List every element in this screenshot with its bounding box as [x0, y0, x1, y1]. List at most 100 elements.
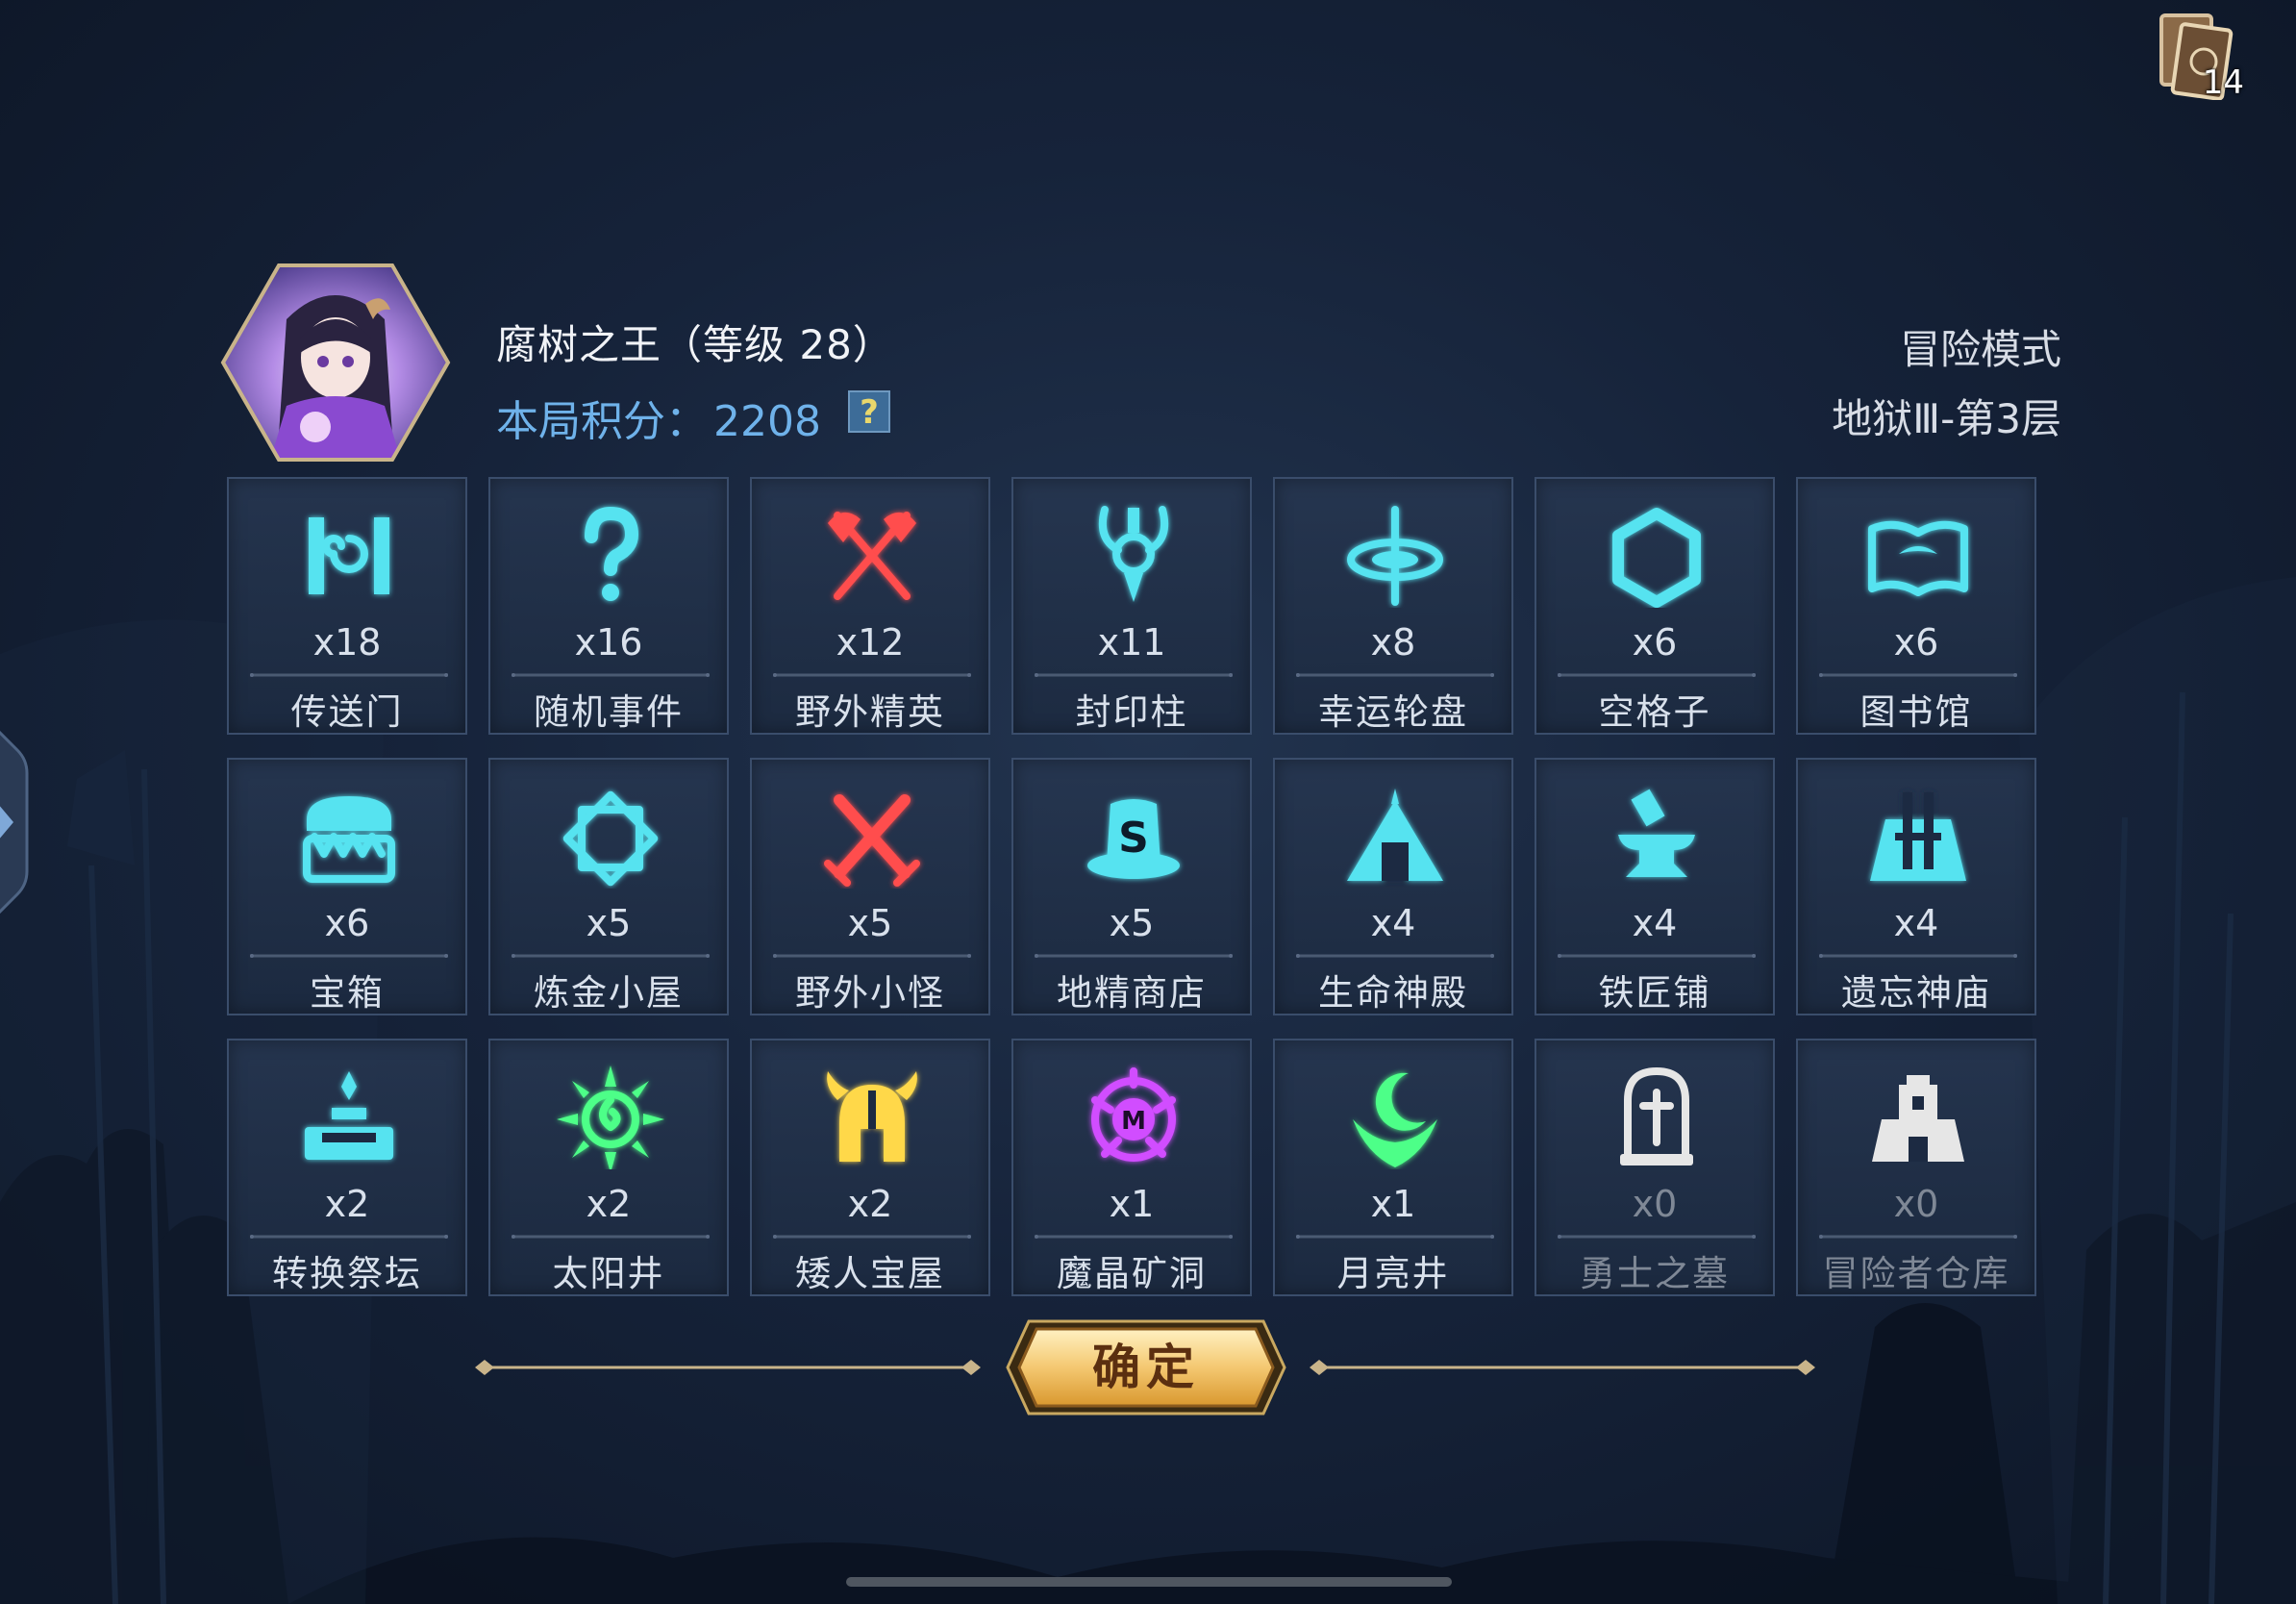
tile-label: 空格子 [1598, 691, 1711, 733]
tile-crossed-swords[interactable]: x5 野外小怪 [750, 758, 990, 1015]
tile-fortune-wheel[interactable]: x8 幸运轮盘 [1273, 477, 1513, 735]
tile-divider [773, 954, 971, 958]
tile-divider [512, 673, 710, 677]
tile-tombstone[interactable]: x0 勇士之墓 [1535, 1039, 1775, 1296]
tile-divider [1296, 954, 1494, 958]
home-indicator [846, 1577, 1452, 1587]
confirm-button[interactable]: 确定 [1006, 1317, 1286, 1417]
tile-label: 野外精英 [795, 691, 945, 733]
tile-anvil[interactable]: x4 铁匠铺 [1535, 758, 1775, 1015]
tile-label: 遗忘神庙 [1841, 972, 1991, 1014]
tile-label: 野外小怪 [795, 972, 945, 1014]
score-row: 本局积分： 2208 [496, 387, 821, 448]
tile-question-mark[interactable]: x16 随机事件 [488, 477, 729, 735]
tile-count: x4 [1370, 902, 1416, 944]
tile-count: x6 [1632, 621, 1678, 664]
tile-magic-crystal[interactable]: M x1 魔晶矿洞 [1011, 1039, 1252, 1296]
tile-divider [1035, 673, 1233, 677]
tile-count: x8 [1370, 621, 1416, 664]
svg-text:S: S [1118, 814, 1149, 863]
tile-count: x6 [1893, 621, 1939, 664]
tile-forgotten-temple[interactable]: x4 遗忘神庙 [1796, 758, 2036, 1015]
altar-icon [305, 1071, 393, 1160]
magic-crystal-icon: M [1091, 1067, 1176, 1162]
tile-divider [512, 1235, 710, 1239]
tile-count: x0 [1893, 1183, 1939, 1225]
tile-divider [773, 1235, 971, 1239]
forgotten-temple-icon [1870, 792, 1966, 881]
tile-label: 勇士之墓 [1580, 1253, 1730, 1294]
tile-altar[interactable]: x2 转换祭坛 [227, 1039, 467, 1296]
tile-divider [1296, 673, 1494, 677]
card-deck-button[interactable]: 14 [2158, 10, 2244, 102]
fortune-wheel-icon [1347, 506, 1443, 606]
hexagon-icon [1612, 508, 1701, 608]
tile-count: x11 [1097, 621, 1166, 664]
tile-divider [1819, 1235, 2017, 1239]
tile-sun-well[interactable]: x2 太阳井 [488, 1039, 729, 1296]
tile-seal-pillar[interactable]: x11 封印柱 [1011, 477, 1252, 735]
player-name: 腐树之王（等级 28） [496, 321, 894, 368]
tile-count: x2 [324, 1183, 370, 1225]
tile-divider [1296, 1235, 1494, 1239]
tile-divider [1819, 673, 2017, 677]
open-book-icon [1868, 520, 1968, 596]
deck-count: 14 [2202, 63, 2244, 102]
tile-open-book[interactable]: x6 图书馆 [1796, 477, 2036, 735]
tile-alchemy-diamond[interactable]: x5 炼金小屋 [488, 758, 729, 1015]
tile-hexagon[interactable]: x6 空格子 [1535, 477, 1775, 735]
tile-count: x2 [586, 1183, 632, 1225]
tile-count: x1 [1370, 1183, 1416, 1225]
side-panel-expand-tab[interactable] [0, 723, 31, 921]
tile-label: 魔晶矿洞 [1057, 1253, 1207, 1294]
tile-count: x5 [586, 902, 632, 944]
tile-count: x1 [1109, 1183, 1155, 1225]
confirm-button-label: 确定 [1092, 1340, 1200, 1395]
tile-label: 宝箱 [310, 972, 385, 1014]
tile-divider [1035, 954, 1233, 958]
tile-label: 地精商店 [1057, 972, 1207, 1014]
tile-divider [1558, 673, 1756, 677]
tile-label: 封印柱 [1075, 691, 1188, 733]
question-mark-icon [585, 506, 639, 601]
tile-divider [250, 954, 448, 958]
portal-icon [309, 517, 389, 594]
tile-label: 铁匠铺 [1598, 972, 1711, 1014]
tile-count: x2 [847, 1183, 893, 1225]
tile-crossed-axes[interactable]: x12 野外精英 [750, 477, 990, 735]
tile-label: 生命神殿 [1318, 972, 1468, 1014]
tile-label: 矮人宝屋 [795, 1253, 945, 1294]
tile-label: 图书馆 [1859, 691, 1973, 733]
sun-well-icon [557, 1065, 664, 1169]
tile-label: 冒险者仓库 [1822, 1253, 2010, 1294]
tile-castle[interactable]: x0 冒险者仓库 [1796, 1039, 2036, 1296]
tile-dwarf-helmet[interactable]: x2 矮人宝屋 [750, 1039, 990, 1296]
moon-well-icon [1353, 1072, 1437, 1167]
game-mode-label: 冒险模式 [1899, 326, 2061, 373]
crossed-swords-icon [824, 794, 920, 887]
tile-life-temple[interactable]: x4 生命神殿 [1273, 758, 1513, 1015]
tile-divider [250, 1235, 448, 1239]
player-avatar [220, 263, 451, 462]
castle-icon [1872, 1075, 1964, 1162]
tile-portal[interactable]: x18 传送门 [227, 477, 467, 735]
tile-label: 太阳井 [552, 1253, 665, 1294]
tile-mimic-chest[interactable]: x6 宝箱 [227, 758, 467, 1015]
dwarf-helmet-icon [827, 1071, 917, 1162]
tile-moon-well[interactable]: x1 月亮井 [1273, 1039, 1513, 1296]
tile-divider [1035, 1235, 1233, 1239]
map-tile-stats-grid: x18 传送门 x16 随机事件 x12 野外精英 x11 封印柱 x8 幸运轮… [227, 477, 2061, 1296]
tile-label: 月亮井 [1336, 1253, 1450, 1294]
mimic-chest-icon [303, 796, 395, 883]
tile-label: 传送门 [290, 691, 404, 733]
tile-divider [1558, 954, 1756, 958]
svg-text:M: M [1121, 1107, 1146, 1136]
alchemy-diamond-icon [562, 790, 659, 887]
tile-goblin-hat[interactable]: S x5 地精商店 [1011, 758, 1252, 1015]
life-temple-icon [1347, 789, 1443, 881]
tombstone-icon [1620, 1067, 1693, 1165]
stage-label: 地狱Ⅲ-第3层 [1832, 395, 2061, 442]
tile-count: x16 [574, 621, 643, 664]
score-help-button[interactable]: ? [848, 390, 890, 433]
tile-count: x0 [1632, 1183, 1678, 1225]
